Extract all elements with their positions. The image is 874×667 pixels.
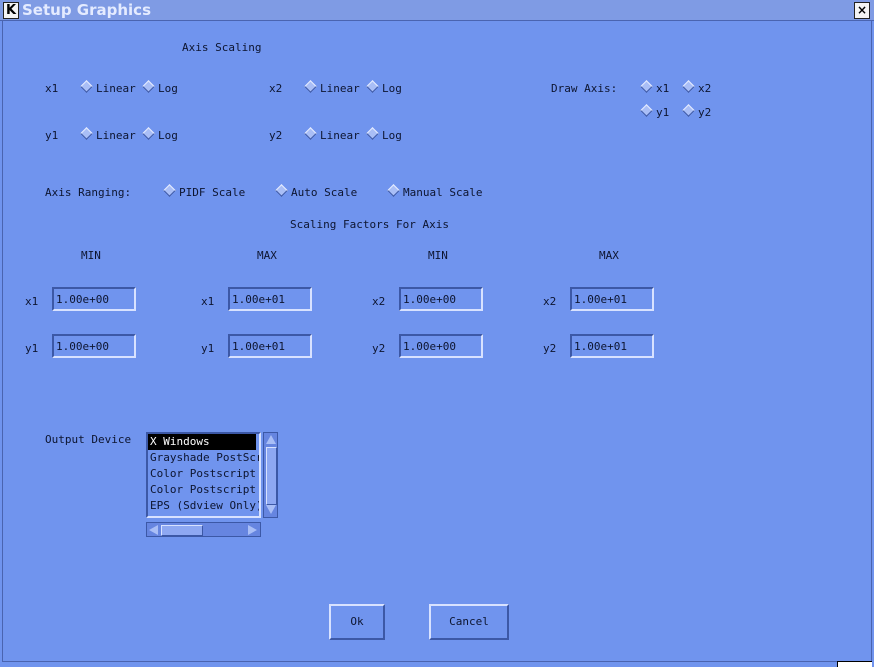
max-header: MAX — [257, 249, 277, 262]
y1-max-label: y1 — [201, 342, 215, 355]
radio-diamond-icon — [80, 127, 93, 140]
radio-diamond-icon — [366, 127, 379, 140]
list-item[interactable]: Color Postscript ( — [148, 482, 259, 498]
y2-max-label: y2 — [543, 342, 557, 355]
radio-diamond-icon — [275, 184, 288, 197]
x2-linear-radio[interactable]: Linear — [304, 80, 360, 96]
draw-axis-x1-toggle[interactable]: x1 — [640, 80, 670, 96]
radio-diamond-icon — [640, 104, 653, 117]
axis-ranging-label: Axis Ranging: — [45, 186, 132, 199]
radio-diamond-icon — [80, 80, 93, 93]
draw-axis-x1-label: x1 — [656, 82, 670, 95]
x1-max-field[interactable] — [228, 287, 312, 311]
x2-log-label: Log — [382, 82, 402, 95]
x2-max-label: x2 — [543, 295, 557, 308]
y2-log-radio[interactable]: Log — [366, 127, 402, 143]
radio-diamond-icon — [142, 80, 155, 93]
y2-max-field[interactable] — [570, 334, 654, 358]
y1-scaling-label: y1 — [45, 129, 59, 142]
radio-diamond-icon — [304, 80, 317, 93]
ok-button[interactable]: Ok — [329, 604, 385, 640]
draw-axis-y2-toggle[interactable]: y2 — [682, 104, 712, 120]
x1-min-field[interactable] — [52, 287, 136, 311]
draw-axis-y2-label: y2 — [698, 106, 712, 119]
draw-axis-y1-toggle[interactable]: y1 — [640, 104, 670, 120]
auto-scale-radio[interactable]: Auto Scale — [275, 184, 358, 200]
list-vertical-scrollbar[interactable] — [263, 432, 278, 518]
radio-diamond-icon — [366, 80, 379, 93]
window-title: Setup Graphics — [22, 1, 151, 19]
min-header: MIN — [81, 249, 101, 262]
y1-linear-label: Linear — [96, 129, 136, 142]
cancel-button[interactable]: Cancel — [429, 604, 509, 640]
output-device-label: Output Device — [45, 433, 132, 446]
list-item[interactable]: EPS (Sdview Only) — [148, 498, 259, 514]
x1-log-label: Log — [158, 82, 178, 95]
list-horizontal-scrollbar[interactable] — [146, 522, 261, 537]
y2-log-label: Log — [382, 129, 402, 142]
x2-log-radio[interactable]: Log — [366, 80, 402, 96]
scaling-factors-title: Scaling Factors For Axis — [290, 218, 449, 231]
list-item[interactable]: X Windows — [148, 434, 256, 450]
auto-scale-label: Auto Scale — [291, 186, 358, 199]
draw-axis-x2-toggle[interactable]: x2 — [682, 80, 712, 96]
scroll-down-arrow-icon[interactable] — [266, 505, 276, 514]
x1-linear-label: Linear — [96, 82, 136, 95]
y2-linear-radio[interactable]: Linear — [304, 127, 360, 143]
y1-min-field[interactable] — [52, 334, 136, 358]
close-icon[interactable]: × — [854, 2, 870, 19]
draw-axis-label: Draw Axis: — [551, 82, 618, 95]
x1-log-radio[interactable]: Log — [142, 80, 178, 96]
output-device-list[interactable]: X Windows Grayshade PostScr: Color Posts… — [146, 432, 261, 518]
x1-linear-radio[interactable]: Linear — [80, 80, 136, 96]
list-item[interactable]: Color Postscript ( — [148, 466, 259, 482]
manual-scale-radio[interactable]: Manual Scale — [387, 184, 483, 200]
radio-diamond-icon — [682, 80, 695, 93]
scroll-thumb[interactable] — [266, 447, 277, 505]
x1-scaling-label: x1 — [45, 82, 59, 95]
draw-axis-x2-label: x2 — [698, 82, 712, 95]
list-item[interactable]: Grayshade PostScr: — [148, 450, 259, 466]
pidf-scale-radio[interactable]: PIDF Scale — [163, 184, 246, 200]
corner-box — [837, 661, 872, 667]
k-app-icon[interactable]: K — [3, 2, 19, 19]
y1-log-radio[interactable]: Log — [142, 127, 178, 143]
x2-linear-label: Linear — [320, 82, 360, 95]
y1-log-label: Log — [158, 129, 178, 142]
y1-linear-radio[interactable]: Linear — [80, 127, 136, 143]
radio-diamond-icon — [163, 184, 176, 197]
manual-scale-label: Manual Scale — [403, 186, 483, 199]
radio-diamond-icon — [682, 104, 695, 117]
radio-diamond-icon — [142, 127, 155, 140]
min-header-2: MIN — [428, 249, 448, 262]
axis-scaling-title: Axis Scaling — [182, 41, 262, 54]
x2-min-label: x2 — [372, 295, 386, 308]
scroll-thumb[interactable] — [161, 525, 203, 536]
draw-axis-y1-label: y1 — [656, 106, 670, 119]
x1-min-label: x1 — [25, 295, 39, 308]
y2-min-field[interactable] — [399, 334, 483, 358]
scroll-right-arrow-icon[interactable] — [248, 525, 257, 535]
radio-diamond-icon — [304, 127, 317, 140]
x2-scaling-label: x2 — [269, 82, 283, 95]
y1-max-field[interactable] — [228, 334, 312, 358]
y1-min-label: y1 — [25, 342, 39, 355]
pidf-scale-label: PIDF Scale — [179, 186, 246, 199]
x2-max-field[interactable] — [570, 287, 654, 311]
max-header-2: MAX — [599, 249, 619, 262]
x2-min-field[interactable] — [399, 287, 483, 311]
x1-max-label: x1 — [201, 295, 215, 308]
y2-min-label: y2 — [372, 342, 386, 355]
y2-linear-label: Linear — [320, 129, 360, 142]
y2-scaling-label: y2 — [269, 129, 283, 142]
radio-diamond-icon — [387, 184, 400, 197]
title-bar[interactable]: K Setup Graphics × — [0, 0, 874, 21]
radio-diamond-icon — [640, 80, 653, 93]
scroll-left-arrow-icon[interactable] — [149, 525, 158, 535]
scroll-up-arrow-icon[interactable] — [266, 435, 276, 444]
